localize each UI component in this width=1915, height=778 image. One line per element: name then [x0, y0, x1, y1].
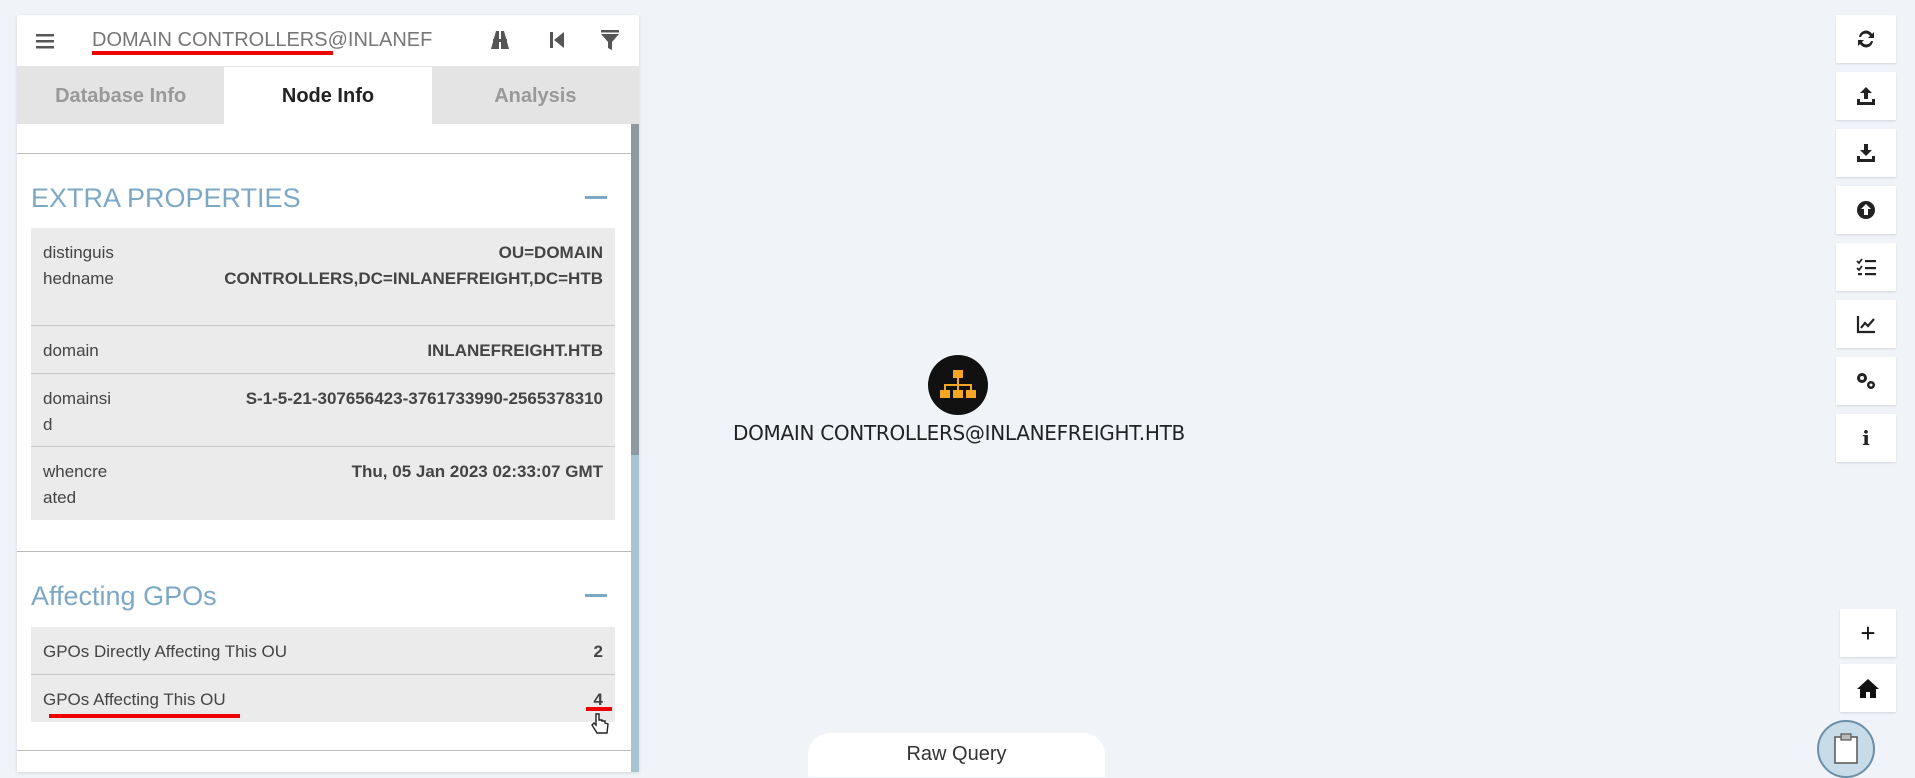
table-row: domainsid S-1-5-21-307656423-3761733990-… [31, 374, 615, 447]
graph-node-ou[interactable] [928, 355, 988, 415]
refresh-icon[interactable] [1836, 15, 1896, 63]
zoom-in-button[interactable]: + [1840, 609, 1896, 657]
search-bar [17, 15, 639, 67]
property-value: OU=DOMAIN CONTROLLERS,DC=INLANEFREIGHT,D… [224, 243, 603, 288]
tab-analysis[interactable]: Analysis [432, 67, 639, 125]
search-input[interactable] [73, 29, 452, 52]
gpo-key: GPOs Affecting This OU [43, 690, 226, 709]
affecting-gpos-table: GPOs Directly Affecting This OU 2 GPOs A… [31, 627, 615, 722]
affecting-gpos-title: Affecting GPOs [31, 581, 217, 611]
clipboard-icon[interactable] [1817, 720, 1875, 778]
upload-circle-icon[interactable] [1836, 186, 1896, 234]
table-row: whencreated Thu, 05 Jan 2023 02:33:07 GM… [31, 447, 615, 520]
node-info-content: EXTRA PROPERTIES distinguishedname OU=DO… [17, 124, 631, 772]
settings-icon[interactable] [1836, 357, 1896, 405]
chart-line-icon[interactable] [1836, 300, 1896, 348]
property-key: distinguishedname [43, 243, 114, 288]
gpo-key: GPOs Directly Affecting This OU [43, 642, 288, 661]
right-toolbar: i [1836, 15, 1896, 471]
annotation-underline [586, 707, 612, 711]
hamburger-menu-icon[interactable] [17, 15, 73, 66]
scrollbar[interactable] [631, 124, 639, 772]
graph-node-label: DOMAIN CONTROLLERS@INLANEFREIGHT.HTB [733, 421, 1185, 445]
annotation-underline [92, 51, 333, 55]
scrollbar-thumb[interactable] [631, 124, 639, 455]
left-panel: Database Info Node Info Analysis EXTRA P… [17, 15, 639, 772]
table-row: domain INLANEFREIGHT.HTB [31, 326, 615, 374]
info-icon[interactable]: i [1836, 414, 1896, 462]
tab-database-info[interactable]: Database Info [17, 67, 224, 125]
divider [17, 750, 631, 751]
annotation-underline [49, 714, 240, 718]
property-value: Thu, 05 Jan 2023 02:33:07 GMT [351, 462, 603, 481]
gpo-value[interactable]: 4 [226, 687, 603, 713]
list-check-icon[interactable] [1836, 243, 1896, 291]
back-icon[interactable] [542, 25, 572, 55]
tab-node-info[interactable]: Node Info [224, 67, 432, 125]
sitemap-icon [940, 370, 976, 398]
property-value: S-1-5-21-307656423-3761733990-2565378310 [245, 389, 603, 408]
download-icon[interactable] [1836, 129, 1896, 177]
property-value: INLANEFREIGHT.HTB [427, 341, 603, 360]
table-row[interactable]: GPOs Directly Affecting This OU 2 [31, 627, 615, 675]
collapse-extra-properties-icon[interactable] [585, 196, 607, 199]
divider [17, 153, 631, 154]
filter-icon[interactable] [595, 25, 625, 55]
extra-properties-title: EXTRA PROPERTIES [31, 183, 301, 213]
divider [17, 551, 631, 552]
tab-bar: Database Info Node Info Analysis [17, 67, 639, 125]
property-key: whencreated [43, 462, 108, 507]
hand-cursor-icon [589, 712, 611, 741]
upload-icon[interactable] [1836, 72, 1896, 120]
raw-query-button[interactable]: Raw Query [808, 733, 1105, 777]
pathfinding-icon[interactable] [485, 25, 515, 55]
collapse-affecting-gpos-icon[interactable] [585, 594, 607, 597]
table-row: distinguishedname OU=DOMAIN CONTROLLERS,… [31, 228, 615, 326]
property-key: domainsid [43, 389, 112, 434]
home-icon[interactable] [1840, 664, 1896, 712]
property-key: domain [43, 341, 99, 360]
extra-properties-table: distinguishedname OU=DOMAIN CONTROLLERS,… [31, 228, 615, 520]
gpo-value[interactable]: 2 [287, 639, 603, 665]
